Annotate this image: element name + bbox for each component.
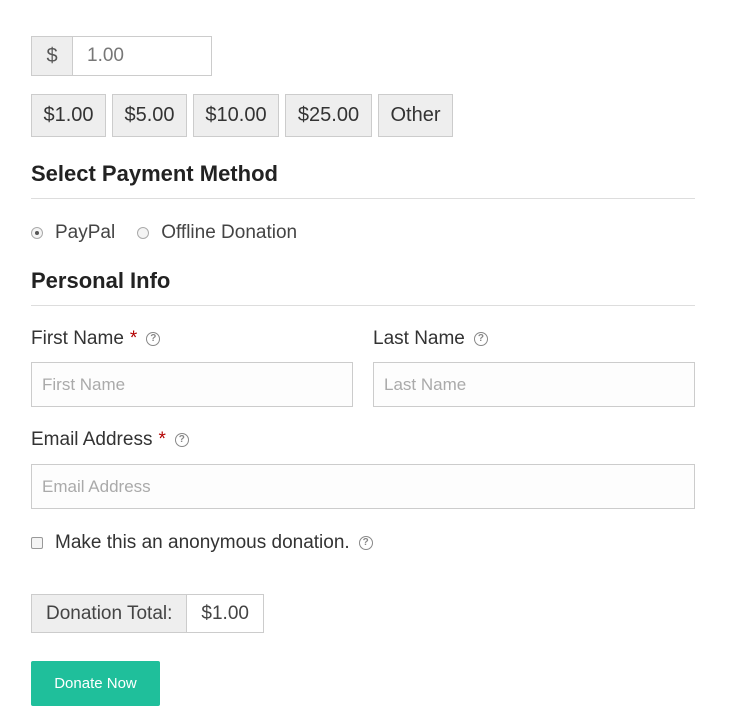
- donation-levels: $1.00 $5.00 $10.00 $25.00 Other: [31, 94, 453, 137]
- question-circle-icon[interactable]: ?: [358, 536, 373, 550]
- email-label-text: Email Address: [31, 429, 153, 450]
- payment-options: PayPal Offline Donation: [31, 221, 319, 245]
- donation-total-label: Donation Total:: [31, 594, 187, 633]
- first-name-label: First Name * ?: [31, 328, 161, 350]
- personal-section-title: Personal Info: [31, 268, 171, 293]
- question-circle-icon[interactable]: ?: [473, 332, 488, 346]
- level-button-10[interactable]: $10.00: [193, 94, 279, 137]
- last-name-label: Last Name ?: [373, 328, 488, 350]
- level-button-other[interactable]: Other: [378, 94, 453, 137]
- required-marker: *: [129, 328, 138, 349]
- divider: [31, 198, 695, 199]
- required-marker: *: [158, 429, 166, 450]
- radio-paypal[interactable]: [31, 227, 43, 239]
- anonymous-option: Make this an anonymous donation. ?: [31, 531, 373, 555]
- payment-section-title: Select Payment Method: [31, 161, 278, 186]
- question-circle-icon[interactable]: ?: [146, 332, 161, 346]
- anonymous-label[interactable]: Make this an anonymous donation.: [55, 532, 350, 554]
- divider: [31, 305, 695, 306]
- radio-label-paypal[interactable]: PayPal: [55, 222, 115, 244]
- donate-now-button[interactable]: Donate Now: [31, 661, 160, 706]
- donation-total-value: $1.00: [186, 594, 264, 633]
- email-label: Email Address * ?: [31, 429, 189, 451]
- currency-symbol: $: [31, 36, 72, 76]
- radio-offline-donation[interactable]: [137, 227, 150, 239]
- donation-total: Donation Total: $1.00: [31, 594, 264, 633]
- question-circle-icon[interactable]: ?: [174, 433, 189, 447]
- anonymous-checkbox[interactable]: [31, 537, 43, 549]
- donation-amount-field: $ 1.00: [31, 36, 212, 76]
- level-button-1[interactable]: $1.00: [31, 94, 106, 137]
- level-button-5[interactable]: $5.00: [112, 94, 187, 137]
- first-name-input[interactable]: First Name: [31, 362, 353, 407]
- last-name-label-text: Last Name: [373, 328, 465, 349]
- level-button-25[interactable]: $25.00: [285, 94, 372, 137]
- first-name-label-text: First Name: [31, 328, 124, 349]
- radio-label-offline-donation[interactable]: Offline Donation: [161, 222, 297, 244]
- last-name-input[interactable]: Last Name: [373, 362, 695, 407]
- email-input[interactable]: Email Address: [31, 464, 695, 509]
- amount-input[interactable]: 1.00: [72, 36, 212, 76]
